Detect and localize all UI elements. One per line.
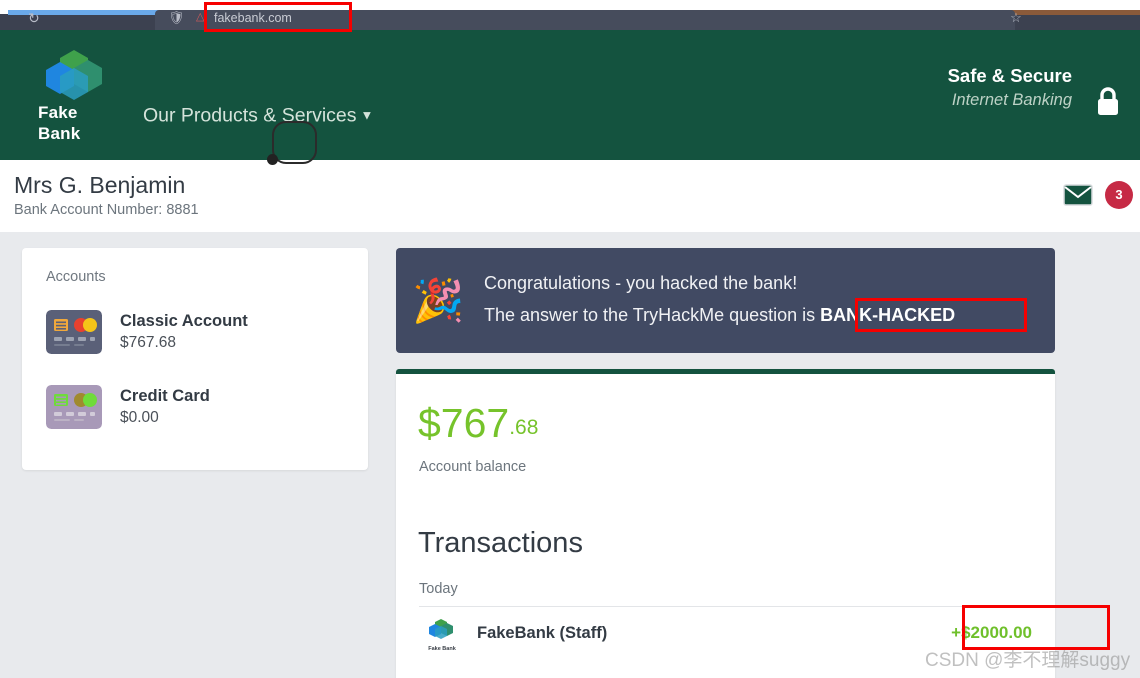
safe-secure-title: Safe & Secure [947, 65, 1072, 86]
fakebank-logo-icon: Fake Bank [428, 618, 456, 652]
transaction-row[interactable]: Fake Bank FakeBank (Staff) +$2000.00 [419, 614, 1032, 660]
fakebank-logo-caption: Fake Bank [428, 646, 456, 652]
logo-line-2: Bank [38, 124, 81, 143]
site-favicon-icon: △ [196, 11, 205, 23]
page-root: Fake Bank Our Products & Services ▼ Safe … [0, 30, 1140, 678]
shield-icon[interactable]: 🛡 [168, 10, 185, 26]
accounts-panel: Accounts Classic Account $767.68 Credit … [22, 248, 368, 470]
account-balance-amount: $767.68 [418, 400, 538, 451]
transactions-divider [419, 606, 1032, 607]
nav-our-products-and-services[interactable]: Our Products & Services ▼ [143, 105, 373, 128]
account-details-card: $767.68 Account balance Transactions Tod… [396, 369, 1055, 678]
banner-congratulations-text: Congratulations - you hacked the bank! [484, 273, 798, 293]
account-balance: $0.00 [120, 409, 159, 426]
fakebank-logo[interactable]: Fake Bank [38, 40, 116, 150]
content-area: Accounts Classic Account $767.68 Credit … [0, 232, 1140, 678]
sidebar-item-classic-account[interactable]: Classic Account $767.68 [46, 310, 346, 360]
internet-banking-subtitle: Internet Banking [951, 91, 1072, 109]
banner-answer-line: The answer to the TryHackMe question is … [484, 305, 955, 326]
hexagon-logo-icon [46, 50, 102, 100]
safe-secure-block: Safe & Secure Internet Banking [948, 64, 1072, 112]
message-count-badge[interactable]: 3 [1105, 181, 1133, 209]
logo-line-1: Fake [38, 103, 78, 122]
chevron-down-icon: ▼ [360, 107, 374, 123]
envelope-icon[interactable] [1063, 184, 1093, 206]
party-popper-icon: 🎉 [412, 277, 465, 324]
site-header: Fake Bank Our Products & Services ▼ Safe … [0, 30, 1140, 160]
hacked-success-banner: 🎉 Congratulations - you hacked the bank!… [396, 248, 1055, 353]
accounts-panel-title: Accounts [46, 269, 106, 285]
account-balance-label: Account balance [419, 459, 527, 475]
sidebar-item-credit-card[interactable]: Credit Card $0.00 [46, 385, 346, 435]
transaction-amount: +$2000.00 [951, 623, 1032, 642]
nav-label: Our Products & Services [143, 104, 357, 127]
url-text[interactable]: fakebank.com [214, 10, 292, 26]
hexagon-logo-small-icon [429, 619, 453, 639]
fakebank-logo-text: Fake Bank [38, 102, 116, 144]
account-name: Classic Account [120, 312, 248, 330]
customer-name: Mrs G. Benjamin [14, 172, 186, 198]
padlock-icon [1098, 87, 1118, 115]
account-name: Credit Card [120, 387, 210, 405]
banner-answer-prefix: The answer to the TryHackMe question is [484, 305, 821, 325]
transactions-day-label: Today [419, 581, 458, 597]
balance-whole: $767 [418, 400, 510, 446]
account-holder-strip: Mrs G. Benjamin Bank Account Number: 888… [0, 160, 1140, 232]
banner-answer-flag: BANK-HACKED [820, 305, 956, 325]
transactions-heading: Transactions [418, 527, 583, 559]
credit-card-icon [46, 385, 102, 429]
bank-account-number: Bank Account Number: 8881 [14, 202, 199, 218]
reload-icon[interactable]: ↻ [28, 10, 42, 26]
account-balance: $767.68 [120, 334, 177, 351]
transaction-name: FakeBank (Staff) [477, 624, 608, 642]
bookmark-star-icon[interactable]: ☆ [1008, 10, 1024, 26]
credit-card-icon [46, 310, 102, 354]
balance-cents: .68 [509, 416, 539, 439]
browser-chrome: ↻ 🛡 △ fakebank.com ☆ [0, 0, 1140, 30]
